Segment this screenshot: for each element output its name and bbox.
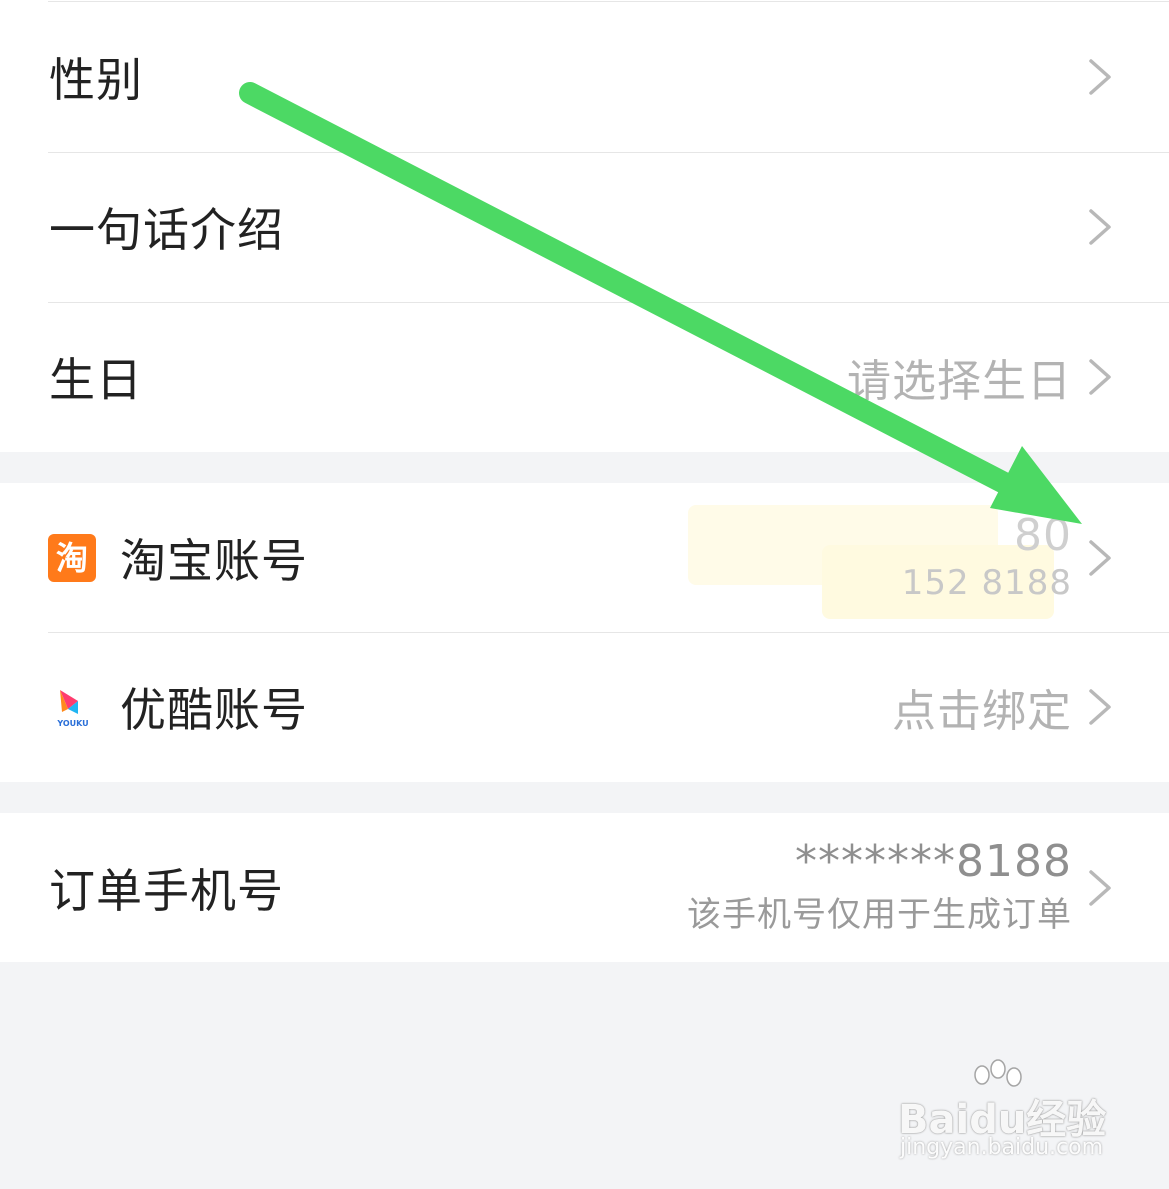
taobao-label: 淘宝账号 [120, 534, 308, 588]
gender-label: 性别 [49, 53, 143, 107]
taobao-value-bottom: 152 8188 [901, 563, 1072, 603]
youku-value: 点击绑定 [892, 686, 1072, 737]
watermark-url: jingyan.baidu.com [900, 1135, 1104, 1160]
youku-icon: YOUKU [56, 690, 89, 728]
masked-phone-number: *******8188 [795, 836, 1072, 887]
row-order-phone[interactable]: 订单手机号 *******8188 该手机号仅用于生成订单 [0, 813, 1169, 963]
chevron-right-icon [1089, 209, 1111, 245]
baidu-jingyan-watermark: Baidu经验 jingyan.baidu.com [898, 1059, 1118, 1165]
row-intro[interactable]: 一句话介绍 [0, 152, 1169, 302]
taobao-icon: 淘 [48, 534, 96, 582]
row-gender[interactable]: 性别 [0, 2, 1169, 152]
birthday-value: 请选择生日 [847, 356, 1072, 407]
accounts-section: 淘 淘宝账号 80 152 8188 YOUKU 优酷账号 点击绑定 [0, 483, 1169, 782]
birthday-label: 生日 [49, 353, 143, 407]
order-phone-value: *******8188 该手机号仅用于生成订单 [687, 837, 1072, 937]
order-phone-label: 订单手机号 [49, 864, 284, 918]
chevron-right-icon [1089, 689, 1111, 725]
row-youku[interactable]: YOUKU 优酷账号 点击绑定 [0, 632, 1169, 782]
profile-section: 性别 一句话介绍 生日 请选择生日 [0, 0, 1169, 452]
order-phone-note: 该手机号仅用于生成订单 [687, 895, 1072, 935]
row-taobao[interactable]: 淘 淘宝账号 80 152 8188 [0, 483, 1169, 633]
taobao-value-top: 80 [1014, 510, 1072, 561]
taobao-value: 80 152 8188 [902, 511, 1072, 605]
svg-text:YOUKU: YOUKU [56, 719, 88, 728]
chevron-right-icon [1089, 359, 1111, 395]
row-birthday[interactable]: 生日 请选择生日 [0, 302, 1169, 452]
order-section: 订单手机号 *******8188 该手机号仅用于生成订单 [0, 813, 1169, 962]
intro-label: 一句话介绍 [49, 203, 284, 257]
chevron-right-icon [1089, 870, 1111, 906]
youku-label: 优酷账号 [120, 683, 308, 737]
chevron-right-icon [1089, 59, 1111, 95]
chevron-right-icon [1089, 540, 1111, 576]
